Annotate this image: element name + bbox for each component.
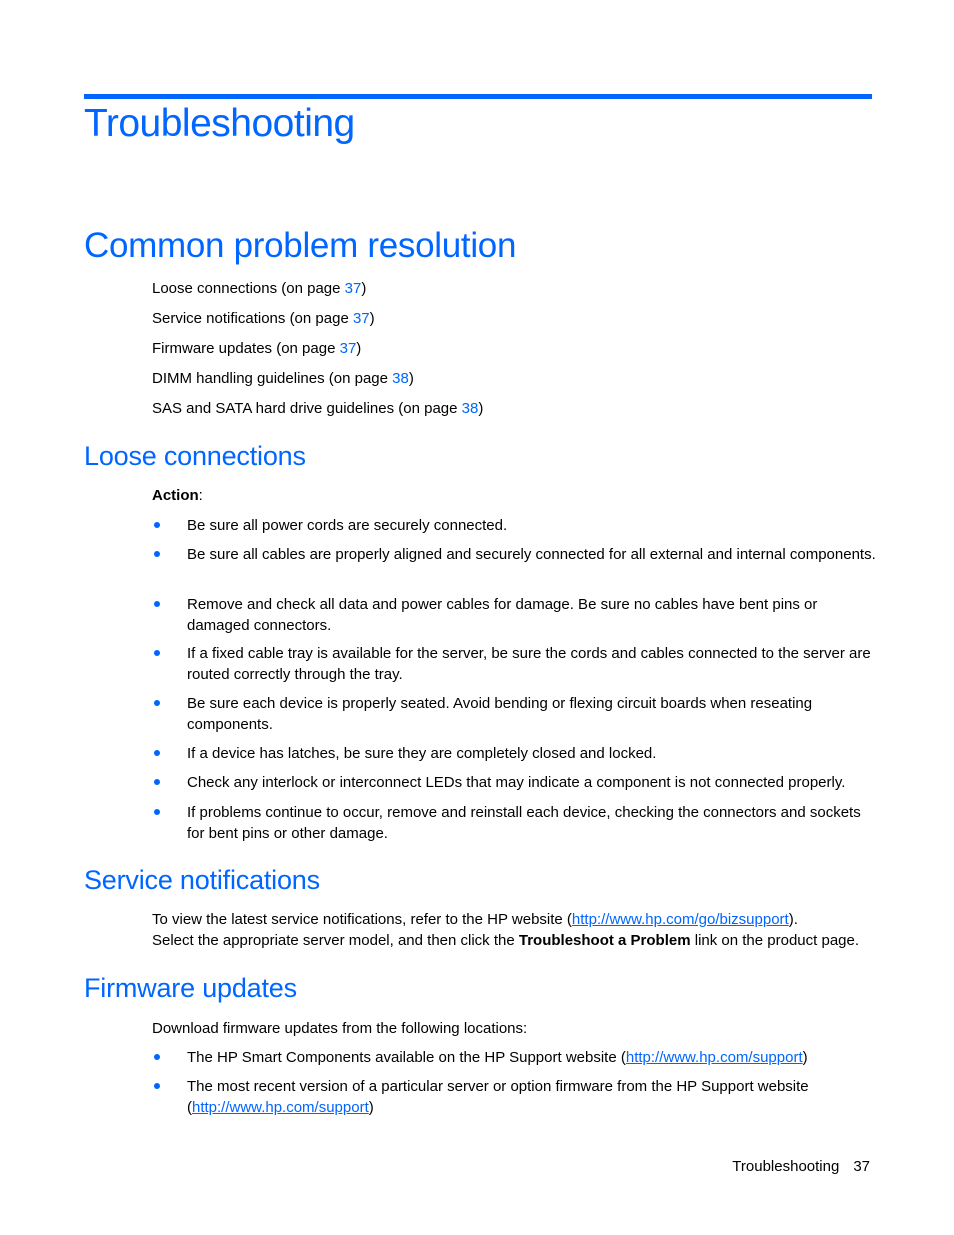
bullet-icon: [154, 551, 160, 557]
bullet-icon: [154, 1083, 160, 1089]
text: ): [802, 1049, 808, 1066]
chapter-rule: [84, 94, 872, 99]
action-label: Action:: [152, 485, 203, 506]
bullet-icon: [154, 522, 160, 528]
page-footer: Troubleshooting 37: [732, 1158, 870, 1175]
troubleshoot-a-problem-label: Troubleshoot a Problem: [518, 932, 691, 949]
footer-section: Troubleshooting: [732, 1158, 840, 1175]
toc-item: Loose connections (on page 37): [152, 278, 366, 299]
hp-support-link[interactable]: http://www.hp.com/support: [192, 1099, 369, 1116]
toc-suffix: ): [478, 400, 484, 417]
service-notifications-heading: Service notifications: [84, 865, 320, 895]
bullet-icon: [154, 809, 160, 815]
bullet-text: Remove and check all data and power cabl…: [187, 596, 818, 634]
action-label-text: Action: [152, 487, 199, 504]
toc-suffix: ): [361, 280, 367, 297]
chapter-title: Troubleshooting: [84, 102, 355, 145]
toc-item: SAS and SATA hard drive guidelines (on p…: [152, 398, 483, 419]
bullet-icon: [154, 750, 160, 756]
text: Select the appropriate server model, and…: [152, 932, 519, 949]
toc-page-link[interactable]: 38: [462, 400, 479, 417]
bullet-text: If problems continue to occur, remove an…: [187, 804, 861, 842]
service-notifications-line1: To view the latest service notifications…: [152, 909, 798, 930]
bullet-text: Be sure each device is properly seated. …: [187, 695, 813, 733]
text: The HP Smart Components available on the…: [187, 1049, 626, 1066]
toc-page-link[interactable]: 37: [345, 280, 362, 297]
toc-label: Firmware updates (on page: [152, 340, 340, 357]
toc-suffix: ): [356, 340, 362, 357]
toc-label: DIMM handling guidelines (on page: [152, 370, 393, 387]
toc-label: SAS and SATA hard drive guidelines (on p…: [152, 400, 462, 417]
firmware-intro: Download firmware updates from the follo…: [152, 1020, 528, 1037]
bullet-text: The most recent version of a particular …: [187, 1076, 877, 1118]
page-number: 37: [853, 1158, 870, 1175]
service-notifications-line2: Select the appropriate server model, and…: [152, 930, 859, 951]
text: link on the product page.: [690, 932, 860, 949]
text: ).: [788, 911, 798, 928]
bullet-icon: [154, 1054, 160, 1060]
toc-item: Firmware updates (on page 37): [152, 338, 361, 359]
text: ): [368, 1099, 374, 1116]
loose-connections-heading: Loose connections: [84, 441, 306, 471]
bullet-icon: [154, 700, 160, 706]
toc-page-link[interactable]: 37: [340, 340, 357, 357]
bullet-text: If a device has latches, be sure they ar…: [187, 745, 657, 762]
hp-support-link[interactable]: http://www.hp.com/support: [626, 1049, 803, 1066]
text: To view the latest service notifications…: [152, 911, 572, 928]
bullet-icon: [154, 779, 160, 785]
toc-label: Service notifications (on page: [152, 310, 353, 327]
toc-suffix: ): [369, 310, 375, 327]
section-title: Common problem resolution: [84, 226, 517, 265]
toc-page-link[interactable]: 38: [392, 370, 409, 387]
bullet-text: The HP Smart Components available on the…: [187, 1047, 877, 1068]
bullet-text: Check any interlock or interconnect LEDs…: [187, 774, 846, 791]
bullet-text: Be sure all power cords are securely con…: [187, 517, 508, 534]
toc-item: Service notifications (on page 37): [152, 308, 375, 329]
toc-item: DIMM handling guidelines (on page 38): [152, 368, 414, 389]
firmware-updates-heading: Firmware updates: [84, 973, 297, 1003]
toc-suffix: ): [408, 370, 414, 387]
toc-label: Loose connections (on page: [152, 280, 345, 297]
bizsupport-link[interactable]: http://www.hp.com/go/bizsupport: [572, 911, 789, 928]
toc-page-link[interactable]: 37: [353, 310, 370, 327]
bullet-icon: [154, 650, 160, 656]
action-colon: :: [198, 487, 203, 504]
bullet-text: Be sure all cables are properly aligned …: [187, 546, 876, 563]
bullet-text: If a fixed cable tray is available for t…: [187, 645, 871, 683]
bullet-icon: [154, 601, 160, 607]
